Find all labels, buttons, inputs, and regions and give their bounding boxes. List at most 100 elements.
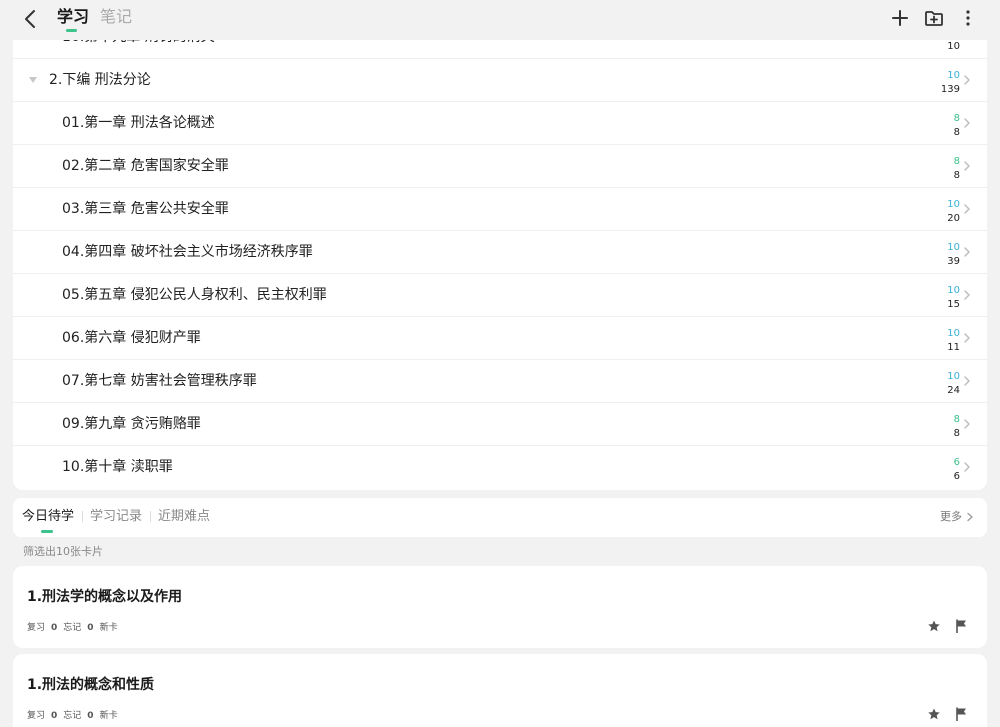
card-meta: 复习 0 忘记 0 新卡: [27, 622, 124, 634]
tab-today-todo[interactable]: 今日待学: [22, 509, 74, 525]
total-count: 139: [940, 84, 960, 95]
due-count: 8: [953, 156, 960, 167]
chapter-row[interactable]: 10.第十章 渎职罪 6 6: [13, 446, 987, 489]
due-count: 10: [947, 371, 960, 382]
chevron-right-icon: [964, 462, 970, 472]
tab-active-indicator: [41, 530, 53, 533]
total-count: 20: [947, 213, 960, 224]
new-folder-button[interactable]: [922, 6, 946, 30]
section-label: 2.下编 刑法分论: [49, 72, 151, 88]
folder-add-icon: [925, 11, 943, 26]
flag-icon: [955, 619, 966, 633]
star-icon: [928, 620, 940, 632]
total-count: 6: [953, 471, 960, 482]
chapter-label: 06.第六章 侵犯财产罪: [62, 330, 201, 346]
more-link[interactable]: 更多: [940, 510, 974, 524]
more-vertical-icon: [966, 10, 970, 26]
chapter-label: 02.第二章 危害国家安全罪: [62, 158, 229, 174]
card-status: 新卡: [99, 623, 118, 633]
study-tabs: 今日待学 学习记录 近期难点 更多: [13, 498, 987, 537]
tab-study[interactable]: 学习: [57, 7, 89, 27]
forget-count: 0: [87, 623, 94, 633]
total-count: 8: [953, 428, 960, 439]
chapter-label: 09.第九章 贪污贿赂罪: [62, 416, 201, 432]
due-count: 10: [947, 285, 960, 296]
total-count: 24: [947, 385, 960, 396]
review-label: 复习: [27, 711, 46, 721]
forget-label: 忘记: [63, 623, 82, 633]
tab-recent-difficult[interactable]: 近期难点: [158, 509, 210, 525]
flashcard[interactable]: 1.刑法的概念和性质 复习 0 忘记 0 新卡: [13, 654, 987, 727]
chevron-right-icon: [964, 161, 970, 171]
review-count: 0: [51, 623, 58, 633]
due-count: 8: [953, 414, 960, 425]
flag-icon: [955, 707, 966, 721]
chevron-right-icon: [964, 75, 970, 85]
chevron-right-icon: [964, 247, 970, 257]
total-count: 8: [953, 127, 960, 138]
due-count: 6: [953, 457, 960, 468]
card-title: 1.刑法学的概念以及作用: [27, 589, 183, 605]
due-count: 10: [947, 70, 960, 81]
chapter-row[interactable]: 04.第四章 破坏社会主义市场经济秩序罪 10 39: [13, 231, 987, 274]
chapter-row[interactable]: 05.第五章 侵犯公民人身权利、民主权利罪 10 15: [13, 274, 987, 317]
chapter-label: 07.第七章 妨害社会管理秩序罪: [62, 373, 257, 389]
due-count: 8: [953, 113, 960, 124]
add-button[interactable]: [888, 6, 912, 30]
total-count: 11: [947, 342, 960, 353]
chapter-label: 05.第五章 侵犯公民人身权利、民主权利罪: [62, 287, 327, 303]
total-count: 39: [947, 256, 960, 267]
chapter-label: 03.第三章 危害公共安全罪: [62, 201, 229, 217]
chevron-right-icon: [964, 419, 970, 429]
chapter-row[interactable]: 09.第九章 贪污贿赂罪 8 8: [13, 403, 987, 446]
forget-count: 0: [87, 711, 94, 721]
star-button[interactable]: [926, 618, 942, 634]
star-button[interactable]: [926, 706, 942, 722]
section-row-criminal-law-specific[interactable]: 2.下编 刑法分论 10 139: [13, 59, 987, 102]
review-label: 复习: [27, 623, 46, 633]
chapter-row[interactable]: 03.第三章 危害公共安全罪 10 20: [13, 188, 987, 231]
collapse-caret-icon[interactable]: [29, 77, 37, 83]
chapter-row[interactable]: 06.第六章 侵犯财产罪 10 11: [13, 317, 987, 360]
review-count: 0: [51, 711, 58, 721]
back-icon: [25, 10, 35, 28]
chapter-row[interactable]: 02.第二章 危害国家安全罪 8 8: [13, 145, 987, 188]
chapter-label: 10.第十章 渎职罪: [62, 459, 173, 475]
chevron-right-icon: [964, 333, 970, 343]
total-count: 15: [947, 299, 960, 310]
forget-label: 忘记: [63, 711, 82, 721]
chevron-right-icon: [964, 118, 970, 128]
card-status: 新卡: [99, 711, 118, 721]
star-icon: [928, 708, 940, 720]
chevron-right-icon: [964, 290, 970, 300]
top-bar: 学习 笔记: [0, 0, 1000, 40]
card-meta: 复习 0 忘记 0 新卡: [27, 710, 124, 722]
chapter-row[interactable]: 01.第一章 刑法各论概述 8 8: [13, 102, 987, 145]
tab-separator: [150, 511, 151, 522]
plus-icon: [892, 10, 908, 26]
total-count: 8: [953, 170, 960, 181]
tab-separator: [82, 511, 83, 522]
chapter-tree: 16.第十九章 刑罚的消灭 10 2.下编 刑法分论 10 139 01.第一章…: [13, 16, 987, 490]
flag-button[interactable]: [953, 706, 969, 722]
chapter-label: 01.第一章 刑法各论概述: [62, 115, 215, 131]
due-count: 10: [947, 328, 960, 339]
chevron-right-icon: [967, 512, 973, 522]
chevron-right-icon: [964, 376, 970, 386]
due-count: 10: [947, 242, 960, 253]
flashcard[interactable]: 1.刑法学的概念以及作用 复习 0 忘记 0 新卡: [13, 566, 987, 648]
total-count: 10: [947, 41, 960, 52]
more-label: 更多: [940, 510, 962, 523]
due-count: 10: [947, 199, 960, 210]
back-button[interactable]: [17, 6, 43, 32]
filter-summary: 筛选出10张卡片: [23, 545, 103, 558]
chapter-label: 04.第四章 破坏社会主义市场经济秩序罪: [62, 244, 313, 260]
chapter-row[interactable]: 07.第七章 妨害社会管理秩序罪 10 24: [13, 360, 987, 403]
tab-active-indicator: [66, 29, 77, 32]
chevron-right-icon: [964, 204, 970, 214]
more-options-button[interactable]: [956, 6, 980, 30]
flag-button[interactable]: [953, 618, 969, 634]
tab-study-record[interactable]: 学习记录: [90, 509, 142, 525]
card-title: 1.刑法的概念和性质: [27, 677, 155, 693]
tab-notes[interactable]: 笔记: [100, 7, 132, 27]
